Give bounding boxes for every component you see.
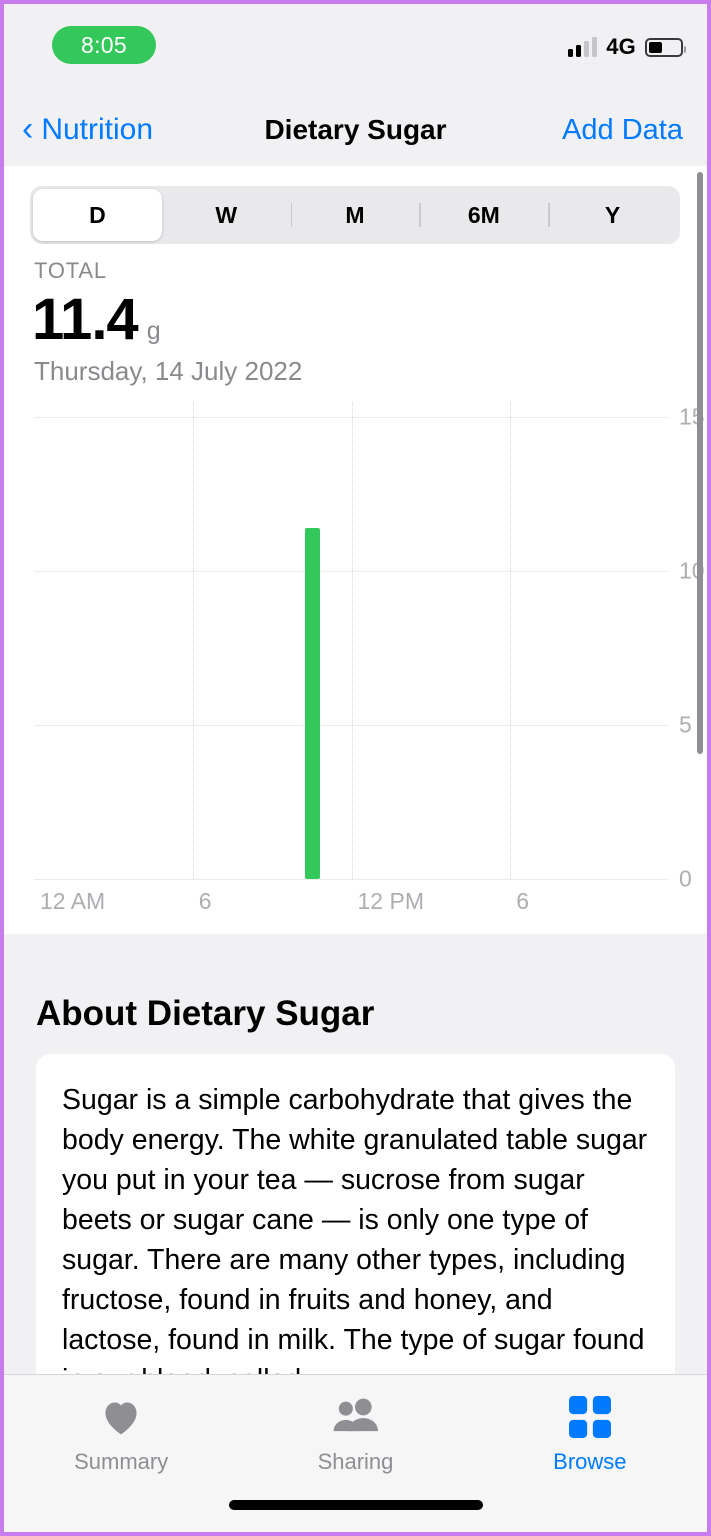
segment-m[interactable]: M	[290, 189, 420, 241]
tab-bar: Summary Sharing Browse	[4, 1374, 707, 1532]
status-bar-right: 4G	[568, 32, 686, 62]
total-unit: g	[146, 317, 161, 345]
people-icon	[330, 1395, 380, 1439]
about-card: Sugar is a simple carbohydrate that give…	[36, 1054, 675, 1374]
chart-plot-area	[34, 402, 669, 880]
home-indicator	[228, 1500, 483, 1510]
navigation-bar: ‹ Nutrition Dietary Sugar Add Data	[4, 94, 707, 166]
status-time: 8:05	[81, 31, 127, 58]
battery-icon	[645, 37, 686, 57]
network-type-label: 4G	[606, 34, 636, 59]
y-axis-tick-label: 5	[679, 711, 692, 738]
segment-y[interactable]: Y	[548, 189, 677, 241]
vertical-scrollbar[interactable]	[697, 172, 703, 754]
y-axis-tick-label: 0	[679, 865, 692, 892]
tab-summary-label: Summary	[74, 1449, 169, 1474]
time-range-segmented-control[interactable]: D W M 6M Y	[30, 186, 680, 244]
tab-summary[interactable]: Summary	[4, 1375, 238, 1485]
segment-6m[interactable]: 6M	[419, 189, 548, 241]
grid-icon	[568, 1395, 611, 1439]
heart-icon	[100, 1395, 142, 1439]
gridline-vertical	[510, 402, 512, 879]
tab-browse[interactable]: Browse	[473, 1375, 707, 1485]
about-heading: About Dietary Sugar	[36, 994, 375, 1033]
phone-screen: 8:05 4G ‹ Nutrition Dietary Sugar Add Da…	[0, 0, 711, 1536]
tab-sharing-label: Sharing	[317, 1449, 394, 1474]
x-axis-tick-label: 12 PM	[357, 888, 424, 914]
dietary-sugar-bar-chart[interactable]: 15 10 5 0 12 AM 6 12 PM 6	[34, 402, 705, 914]
total-value: 11.4	[32, 287, 139, 352]
gridline-vertical	[192, 402, 194, 879]
chart-bar[interactable]	[304, 528, 320, 879]
total-label: TOTAL	[34, 258, 107, 283]
x-axis-tick-label: 12 AM	[40, 888, 106, 914]
cellular-signal-icon	[568, 37, 598, 57]
about-body-text: Sugar is a simple carbohydrate that give…	[62, 1084, 648, 1374]
scroll-content[interactable]: D W M 6M Y TOTAL 11.4 g Thursday, 14 Jul…	[4, 166, 707, 1374]
segment-d[interactable]: D	[33, 189, 162, 241]
total-value-row: 11.4 g	[32, 286, 161, 353]
chart-card: D W M 6M Y TOTAL 11.4 g Thursday, 14 Jul…	[4, 166, 707, 934]
status-bar: 8:05 4G	[4, 4, 707, 94]
gridline-vertical	[351, 402, 353, 879]
gridline-horizontal	[34, 879, 669, 880]
tab-sharing[interactable]: Sharing	[238, 1375, 472, 1485]
tab-browse-label: Browse	[553, 1449, 627, 1474]
time-indicator-pill[interactable]: 8:05	[52, 26, 156, 64]
add-data-button[interactable]: Add Data	[562, 114, 683, 147]
x-axis-tick-label: 6	[198, 888, 212, 914]
total-date: Thursday, 14 July 2022	[34, 356, 303, 386]
x-axis-tick-label: 6	[516, 888, 530, 914]
segment-w[interactable]: W	[162, 189, 291, 241]
